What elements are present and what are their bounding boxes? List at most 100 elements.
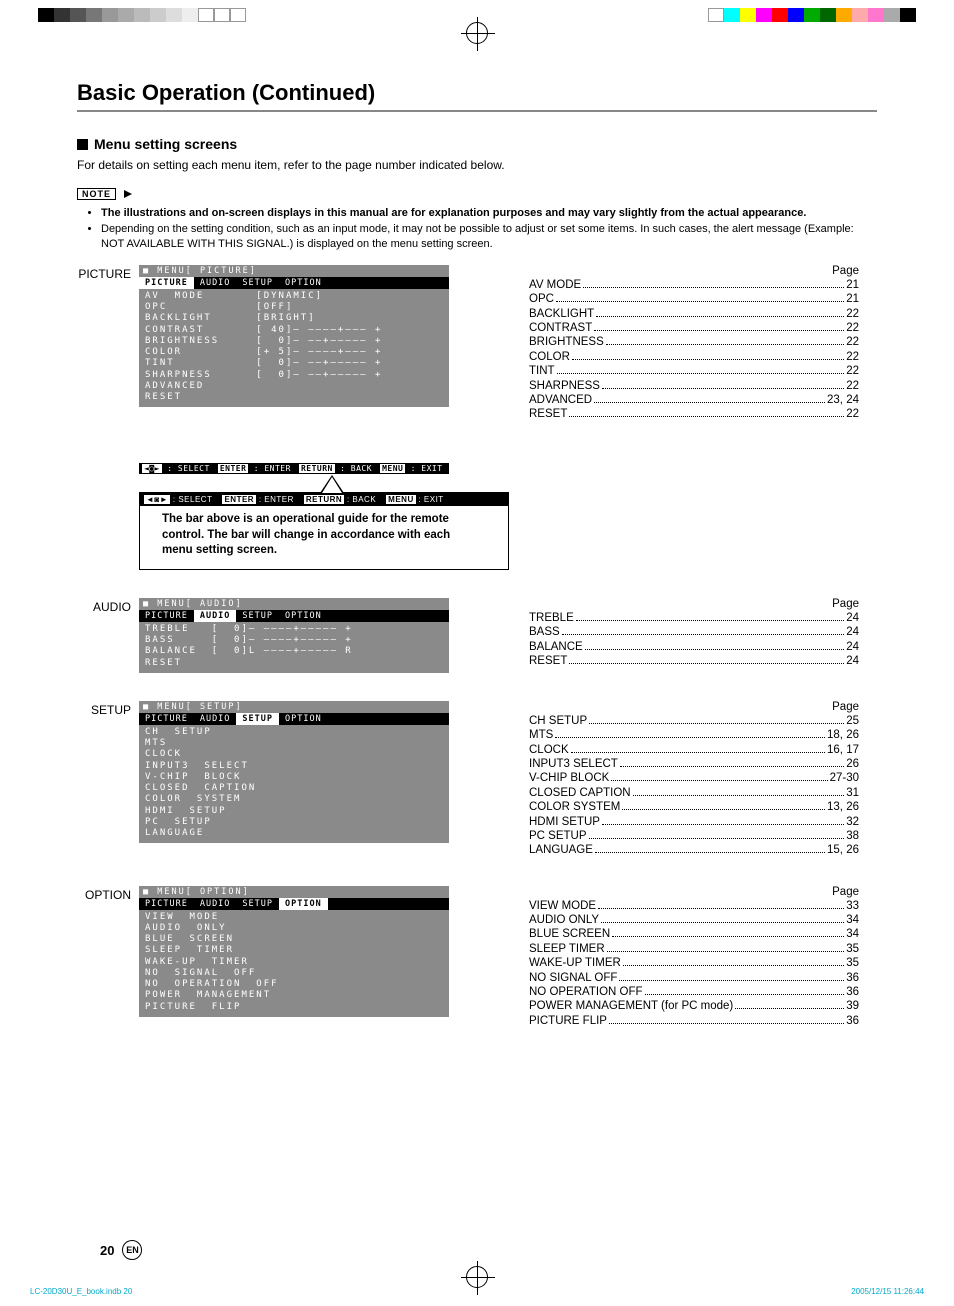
- arrow-right-icon: [124, 190, 132, 198]
- osd-row: NO OPERATION OFF: [145, 979, 443, 990]
- index-page: 35: [846, 956, 859, 970]
- callout-box: ◄◙► : SELECTENTER : ENTERRETURN : BACKME…: [139, 492, 509, 570]
- index-row: AUDIO ONLY 34: [529, 913, 859, 927]
- index-page: 22: [846, 350, 859, 364]
- index-row: COLOR SYSTEM 13, 26: [529, 800, 859, 814]
- osd-row: COLOR [+ 5]– ––––+––– +: [145, 347, 443, 358]
- index-row: BRIGHTNESS 22: [529, 335, 859, 349]
- dot-leader: [619, 980, 844, 981]
- osd-row: BLUE SCREEN: [145, 934, 443, 945]
- index-row: V-CHIP BLOCK 27-30: [529, 771, 859, 785]
- index-page: 21: [846, 292, 859, 306]
- osd-row: PC SETUP: [145, 817, 443, 828]
- menu-section-audio: AUDIO■ MENU[ AUDIO]PICTUREAUDIOSETUPOPTI…: [77, 598, 877, 673]
- dot-leader: [585, 649, 845, 650]
- page-index: PageAV MODE 21OPC 21BACKLIGHT 22CONTRAST…: [529, 265, 859, 570]
- index-label: WAKE-UP TIMER: [529, 956, 621, 970]
- note-row: NOTE: [77, 184, 877, 202]
- dot-leader: [594, 330, 844, 331]
- osd-tab: OPTION: [279, 277, 328, 289]
- index-page: 31: [846, 786, 859, 800]
- osd-row: RESET: [145, 392, 443, 403]
- crop-mark-top: [466, 22, 488, 44]
- index-label: SHARPNESS: [529, 379, 600, 393]
- index-label: COLOR: [529, 350, 570, 364]
- index-page: 25: [846, 714, 859, 728]
- note-item: The illustrations and on-screen displays…: [101, 206, 877, 220]
- index-row: RESET 22: [529, 407, 859, 421]
- osd-screenshot: ■ MENU[ OPTION]PICTUREAUDIOSETUPOPTIONVI…: [139, 886, 509, 1028]
- osd-row: BACKLIGHT [BRIGHT]: [145, 313, 443, 324]
- dot-leader: [606, 344, 844, 345]
- dot-leader: [569, 416, 844, 417]
- index-page: 24: [846, 640, 859, 654]
- index-row: BASS 24: [529, 625, 859, 639]
- dot-leader: [633, 795, 845, 796]
- index-page: 33: [846, 899, 859, 913]
- dot-leader: [555, 737, 825, 738]
- section-label: OPTION: [77, 886, 139, 1028]
- index-row: AV MODE 21: [529, 278, 859, 292]
- dot-leader: [557, 373, 845, 374]
- index-label: V-CHIP BLOCK: [529, 771, 609, 785]
- index-row: OPC 21: [529, 292, 859, 306]
- index-label: CLOCK: [529, 743, 569, 757]
- index-label: RESET: [529, 654, 567, 668]
- note-badge: NOTE: [77, 188, 116, 200]
- osd-row: CONTRAST [ 40]– ––––+––– +: [145, 325, 443, 336]
- index-label: TINT: [529, 364, 555, 378]
- osd-row: WAKE-UP TIMER: [145, 957, 443, 968]
- osd-footer-bar: ◄◙► : SELECTENTER : ENTERRETURN : BACKME…: [140, 493, 508, 506]
- index-row: BACKLIGHT 22: [529, 307, 859, 321]
- index-page: 15, 26: [827, 843, 859, 857]
- osd-row: AUDIO ONLY: [145, 923, 443, 934]
- crop-mark-bottom: [466, 1266, 488, 1288]
- osd-row: CH SETUP: [145, 727, 443, 738]
- index-row: MTS 18, 26: [529, 728, 859, 742]
- print-file: LC-20D30U_E_book.indb 20: [30, 1287, 132, 1296]
- index-label: PICTURE FLIP: [529, 1014, 607, 1028]
- dot-leader: [609, 1023, 844, 1024]
- osd-row: CLOCK: [145, 749, 443, 760]
- osd-row: BALANCE [ 0]L ––––+––––– R: [145, 646, 443, 657]
- page-title: Basic Operation (Continued): [77, 80, 877, 112]
- osd-tab: PICTURE: [139, 898, 194, 910]
- index-page: 18, 26: [827, 728, 859, 742]
- callout-text: The bar above is an operational guide fo…: [140, 506, 508, 569]
- index-label: OPC: [529, 292, 554, 306]
- index-row: PC SETUP 38: [529, 829, 859, 843]
- dot-leader: [611, 780, 827, 781]
- index-row: RESET 24: [529, 654, 859, 668]
- osd-screenshot: ■ MENU[ SETUP]PICTUREAUDIOSETUPOPTIONCH …: [139, 701, 509, 858]
- dot-leader: [602, 388, 844, 389]
- index-row: HDMI SETUP 32: [529, 815, 859, 829]
- index-row: SHARPNESS 22: [529, 379, 859, 393]
- index-page: 36: [846, 1014, 859, 1028]
- dot-leader: [601, 922, 844, 923]
- index-row: WAKE-UP TIMER 35: [529, 956, 859, 970]
- index-label: CONTRAST: [529, 321, 592, 335]
- index-row: POWER MANAGEMENT (for PC mode) 39: [529, 999, 859, 1013]
- osd-row: COLOR SYSTEM: [145, 794, 443, 805]
- page-index: PageTREBLE 24BASS 24BALANCE 24RESET 24: [529, 598, 859, 673]
- osd-tab: PICTURE: [139, 713, 194, 725]
- page-index: PageCH SETUP 25MTS 18, 26CLOCK 16, 17INP…: [529, 701, 859, 858]
- registration-marks-top: [0, 0, 954, 40]
- osd-row: HDMI SETUP: [145, 806, 443, 817]
- index-row: ADVANCED 23, 24: [529, 393, 859, 407]
- index-row: CLOSED CAPTION 31: [529, 786, 859, 800]
- index-label: ADVANCED: [529, 393, 592, 407]
- index-row: CLOCK 16, 17: [529, 743, 859, 757]
- osd-tab: SETUP: [236, 610, 279, 622]
- index-label: POWER MANAGEMENT (for PC mode): [529, 999, 733, 1013]
- index-label: AV MODE: [529, 278, 581, 292]
- dot-leader: [602, 824, 844, 825]
- section-heading: Menu setting screens: [77, 136, 877, 152]
- index-page: 27-30: [830, 771, 859, 785]
- dot-leader: [622, 809, 825, 810]
- osd-row: VIEW MODE: [145, 912, 443, 923]
- osd-tab: SETUP: [236, 713, 279, 725]
- index-page: 26: [846, 757, 859, 771]
- osd-tab: AUDIO: [194, 610, 237, 622]
- dot-leader: [556, 301, 844, 302]
